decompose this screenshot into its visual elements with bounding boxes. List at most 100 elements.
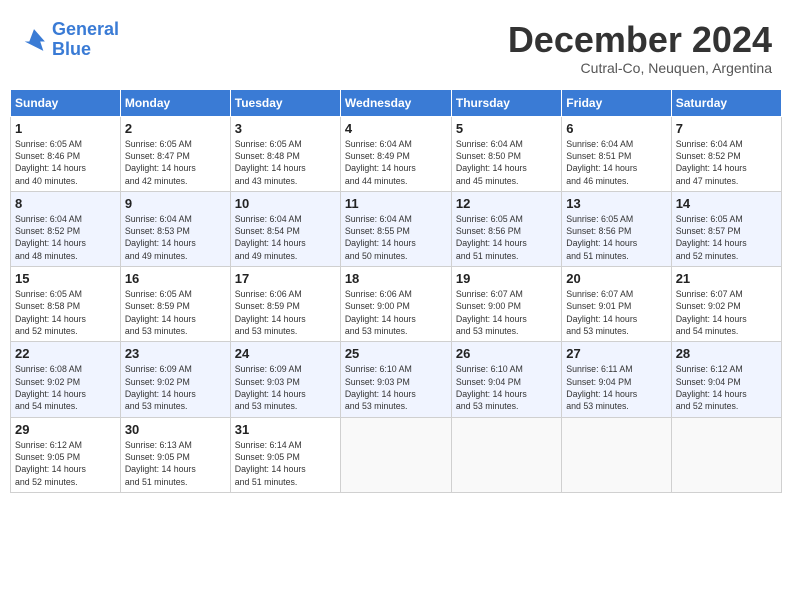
day-number: 25 xyxy=(345,346,447,361)
calendar-cell: 24Sunrise: 6:09 AM Sunset: 9:03 PM Dayli… xyxy=(230,342,340,417)
calendar-cell: 2 Sunrise: 6:05 AM Sunset: 8:47 PM Daylig… xyxy=(120,116,230,191)
day-number: 19 xyxy=(456,271,557,286)
day-info: Sunrise: 6:04 AM Sunset: 8:49 PM Dayligh… xyxy=(345,138,447,187)
calendar-row: 29 Sunrise: 6:12 AM Sunset: 9:05 PM Dayli… xyxy=(11,417,782,492)
calendar-cell: 30 Sunrise: 6:13 AM Sunset: 9:05 PM Dayli… xyxy=(120,417,230,492)
day-number: 9 xyxy=(125,196,226,211)
day-number: 20 xyxy=(566,271,666,286)
day-info: Sunrise: 6:07 AM Sunset: 9:01 PM Dayligh… xyxy=(566,288,666,337)
day-number: 8 xyxy=(15,196,116,211)
day-info: Sunrise: 6:04 AM Sunset: 8:52 PM Dayligh… xyxy=(676,138,777,187)
calendar-cell: 31 Sunrise: 6:14 AM Sunset: 9:05 PM Dayli… xyxy=(230,417,340,492)
calendar-cell: 29 Sunrise: 6:12 AM Sunset: 9:05 PM Dayli… xyxy=(11,417,121,492)
day-number: 1 xyxy=(15,121,116,136)
day-info: Sunrise: 6:08 AM Sunset: 9:02 PM Dayligh… xyxy=(15,363,116,412)
day-number: 26 xyxy=(456,346,557,361)
calendar-cell: 5Sunrise: 6:04 AM Sunset: 8:50 PM Daylig… xyxy=(451,116,561,191)
weekday-header-thursday: Thursday xyxy=(451,89,561,116)
calendar-cell: 9 Sunrise: 6:04 AM Sunset: 8:53 PM Daylig… xyxy=(120,191,230,266)
day-number: 29 xyxy=(15,422,116,437)
calendar-cell: 12Sunrise: 6:05 AM Sunset: 8:56 PM Dayli… xyxy=(451,191,561,266)
calendar-cell xyxy=(562,417,671,492)
calendar-cell: 6 Sunrise: 6:04 AM Sunset: 8:51 PM Daylig… xyxy=(562,116,671,191)
calendar-cell: 26 Sunrise: 6:10 AM Sunset: 9:04 PM Dayli… xyxy=(451,342,561,417)
calendar-cell: 28 Sunrise: 6:12 AM Sunset: 9:04 PM Dayli… xyxy=(671,342,781,417)
day-number: 18 xyxy=(345,271,447,286)
calendar-row: 15 Sunrise: 6:05 AM Sunset: 8:58 PM Dayli… xyxy=(11,267,782,342)
day-number: 14 xyxy=(676,196,777,211)
calendar-cell: 20 Sunrise: 6:07 AM Sunset: 9:01 PM Dayli… xyxy=(562,267,671,342)
day-number: 23 xyxy=(125,346,226,361)
day-number: 6 xyxy=(566,121,666,136)
weekday-header-sunday: Sunday xyxy=(11,89,121,116)
day-number: 10 xyxy=(235,196,336,211)
day-number: 28 xyxy=(676,346,777,361)
calendar-cell: 7 Sunrise: 6:04 AM Sunset: 8:52 PM Daylig… xyxy=(671,116,781,191)
calendar-cell: 23 Sunrise: 6:09 AM Sunset: 9:02 PM Dayli… xyxy=(120,342,230,417)
day-number: 21 xyxy=(676,271,777,286)
day-info: Sunrise: 6:09 AM Sunset: 9:02 PM Dayligh… xyxy=(125,363,226,412)
logo: General Blue xyxy=(20,20,119,60)
day-info: Sunrise: 6:05 AM Sunset: 8:48 PM Dayligh… xyxy=(235,138,336,187)
day-info: Sunrise: 6:09 AM Sunset: 9:03 PM Dayligh… xyxy=(235,363,336,412)
day-number: 11 xyxy=(345,196,447,211)
calendar-cell: 16 Sunrise: 6:05 AM Sunset: 8:59 PM Dayli… xyxy=(120,267,230,342)
day-info: Sunrise: 6:05 AM Sunset: 8:56 PM Dayligh… xyxy=(456,213,557,262)
day-info: Sunrise: 6:06 AM Sunset: 9:00 PM Dayligh… xyxy=(345,288,447,337)
day-info: Sunrise: 6:14 AM Sunset: 9:05 PM Dayligh… xyxy=(235,439,336,488)
day-number: 13 xyxy=(566,196,666,211)
calendar-cell: 3 Sunrise: 6:05 AM Sunset: 8:48 PM Daylig… xyxy=(230,116,340,191)
day-number: 7 xyxy=(676,121,777,136)
day-info: Sunrise: 6:04 AM Sunset: 8:53 PM Dayligh… xyxy=(125,213,226,262)
day-number: 2 xyxy=(125,121,226,136)
title-block: December 2024 Cutral-Co, Neuquen, Argent… xyxy=(508,20,772,76)
weekday-header-monday: Monday xyxy=(120,89,230,116)
day-number: 15 xyxy=(15,271,116,286)
day-info: Sunrise: 6:04 AM Sunset: 8:55 PM Dayligh… xyxy=(345,213,447,262)
calendar-cell: 22 Sunrise: 6:08 AM Sunset: 9:02 PM Dayli… xyxy=(11,342,121,417)
calendar-cell: 18 Sunrise: 6:06 AM Sunset: 9:00 PM Dayli… xyxy=(340,267,451,342)
day-info: Sunrise: 6:06 AM Sunset: 8:59 PM Dayligh… xyxy=(235,288,336,337)
day-info: Sunrise: 6:04 AM Sunset: 8:54 PM Dayligh… xyxy=(235,213,336,262)
day-info: Sunrise: 6:04 AM Sunset: 8:52 PM Dayligh… xyxy=(15,213,116,262)
calendar-cell: 17 Sunrise: 6:06 AM Sunset: 8:59 PM Dayli… xyxy=(230,267,340,342)
weekday-header-tuesday: Tuesday xyxy=(230,89,340,116)
month-title: December 2024 xyxy=(508,20,772,60)
weekday-header-friday: Friday xyxy=(562,89,671,116)
calendar-cell xyxy=(671,417,781,492)
location-subtitle: Cutral-Co, Neuquen, Argentina xyxy=(508,60,772,76)
calendar-cell: 15 Sunrise: 6:05 AM Sunset: 8:58 PM Dayli… xyxy=(11,267,121,342)
calendar-cell: 8 Sunrise: 6:04 AM Sunset: 8:52 PM Daylig… xyxy=(11,191,121,266)
calendar-cell: 1 Sunrise: 6:05 AM Sunset: 8:46 PM Daylig… xyxy=(11,116,121,191)
day-info: Sunrise: 6:05 AM Sunset: 8:57 PM Dayligh… xyxy=(676,213,777,262)
day-info: Sunrise: 6:05 AM Sunset: 8:59 PM Dayligh… xyxy=(125,288,226,337)
day-info: Sunrise: 6:12 AM Sunset: 9:04 PM Dayligh… xyxy=(676,363,777,412)
day-number: 30 xyxy=(125,422,226,437)
day-number: 3 xyxy=(235,121,336,136)
day-number: 22 xyxy=(15,346,116,361)
calendar-cell: 10 Sunrise: 6:04 AM Sunset: 8:54 PM Dayli… xyxy=(230,191,340,266)
calendar-row: 1 Sunrise: 6:05 AM Sunset: 8:46 PM Daylig… xyxy=(11,116,782,191)
day-number: 17 xyxy=(235,271,336,286)
day-info: Sunrise: 6:05 AM Sunset: 8:46 PM Dayligh… xyxy=(15,138,116,187)
calendar-row: 8 Sunrise: 6:04 AM Sunset: 8:52 PM Daylig… xyxy=(11,191,782,266)
day-number: 16 xyxy=(125,271,226,286)
calendar-table: SundayMondayTuesdayWednesdayThursdayFrid… xyxy=(10,89,782,493)
calendar-cell: 25 Sunrise: 6:10 AM Sunset: 9:03 PM Dayli… xyxy=(340,342,451,417)
day-number: 4 xyxy=(345,121,447,136)
logo-text: General Blue xyxy=(52,20,119,60)
day-info: Sunrise: 6:13 AM Sunset: 9:05 PM Dayligh… xyxy=(125,439,226,488)
calendar-header-row: SundayMondayTuesdayWednesdayThursdayFrid… xyxy=(11,89,782,116)
day-info: Sunrise: 6:04 AM Sunset: 8:51 PM Dayligh… xyxy=(566,138,666,187)
calendar-cell: 11 Sunrise: 6:04 AM Sunset: 8:55 PM Dayli… xyxy=(340,191,451,266)
day-info: Sunrise: 6:05 AM Sunset: 8:47 PM Dayligh… xyxy=(125,138,226,187)
day-info: Sunrise: 6:10 AM Sunset: 9:04 PM Dayligh… xyxy=(456,363,557,412)
calendar-cell: 19 Sunrise: 6:07 AM Sunset: 9:00 PM Dayli… xyxy=(451,267,561,342)
day-info: Sunrise: 6:10 AM Sunset: 9:03 PM Dayligh… xyxy=(345,363,447,412)
day-info: Sunrise: 6:05 AM Sunset: 8:56 PM Dayligh… xyxy=(566,213,666,262)
day-info: Sunrise: 6:07 AM Sunset: 9:02 PM Dayligh… xyxy=(676,288,777,337)
day-info: Sunrise: 6:12 AM Sunset: 9:05 PM Dayligh… xyxy=(15,439,116,488)
day-info: Sunrise: 6:07 AM Sunset: 9:00 PM Dayligh… xyxy=(456,288,557,337)
day-info: Sunrise: 6:05 AM Sunset: 8:58 PM Dayligh… xyxy=(15,288,116,337)
day-number: 31 xyxy=(235,422,336,437)
